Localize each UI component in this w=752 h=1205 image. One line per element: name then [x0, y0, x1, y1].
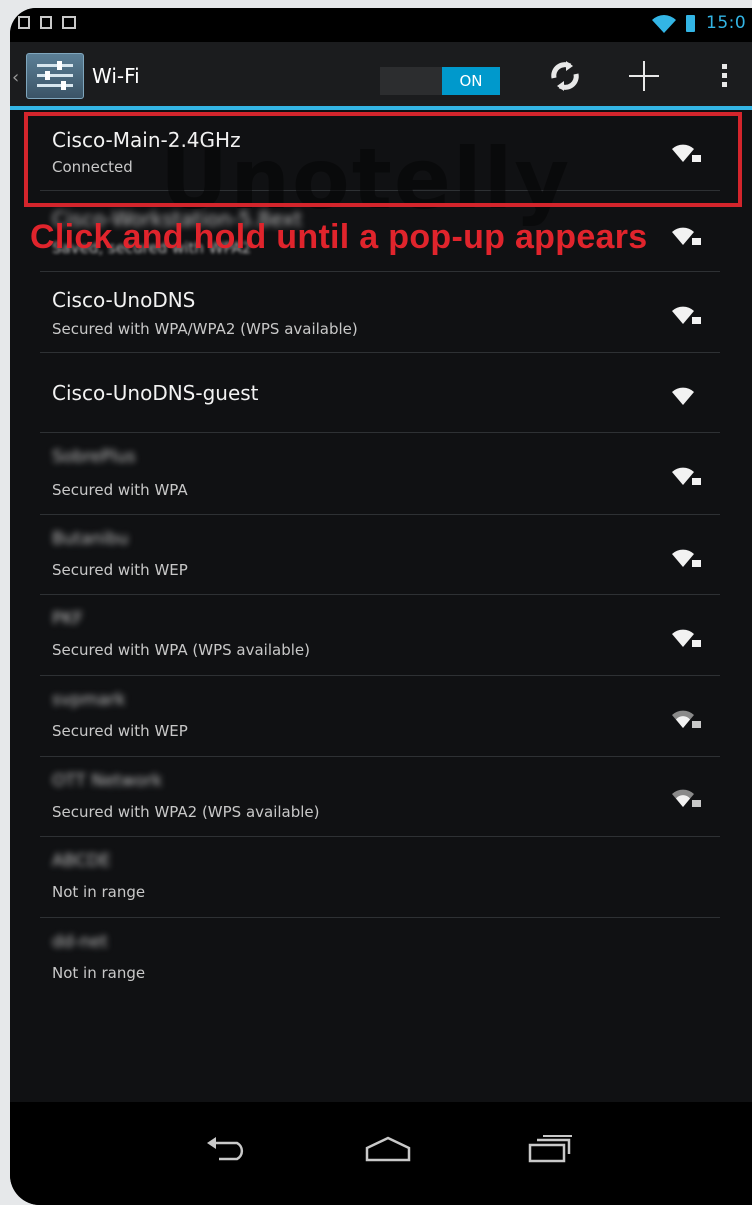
network-row[interactable]: Cisco-UnoDNS Secured with WPA/WPA2 (WPS …	[40, 272, 720, 353]
network-status: Secured with WPA2 (WPS available)	[52, 803, 320, 821]
network-name: SobrePlus	[52, 447, 136, 467]
wifi-signal-icon	[652, 15, 676, 33]
network-status: Secured with WPA/WPA2 (WPS available)	[52, 320, 358, 338]
back-icon[interactable]	[188, 1124, 268, 1174]
network-status: Secured with WEP	[52, 561, 188, 579]
network-name: svpmark	[52, 690, 126, 710]
network-name: dd-net	[52, 932, 108, 952]
network-name: ABCDE	[52, 851, 111, 871]
wifi-weak-lock-icon	[672, 789, 701, 807]
network-row[interactable]: ABCDE Not in range	[40, 837, 720, 918]
add-network-icon[interactable]	[622, 56, 666, 96]
clock: 15:0	[706, 13, 747, 33]
network-row[interactable]: dd-net Not in range	[40, 918, 720, 999]
wifi-lock-icon	[672, 227, 701, 245]
action-bar-divider	[10, 106, 752, 110]
network-status: Secured with WPA	[52, 481, 188, 499]
network-row[interactable]: svpmark Secured with WEP	[40, 676, 720, 757]
network-name: PKF	[52, 609, 84, 629]
highlight-box	[24, 112, 742, 207]
wifi-lock-icon	[672, 629, 701, 647]
settings-app-icon[interactable]	[26, 53, 84, 99]
wifi-weak-lock-icon	[672, 710, 701, 728]
network-name: OTT Network	[52, 771, 163, 791]
wifi-lock-icon	[672, 549, 701, 567]
wifi-toggle[interactable]: ON	[380, 67, 500, 95]
tablet-screen: 15:0 ‹ Wi-Fi ON Cisco-Main-2.4GHz Connec…	[10, 8, 752, 1205]
screenshot-icon	[18, 16, 30, 29]
network-row[interactable]: SobrePlus Secured with WPA	[40, 433, 720, 515]
network-status: Secured with WEP	[52, 722, 188, 740]
overflow-menu-icon[interactable]	[702, 56, 746, 96]
network-name: Butanibu	[52, 529, 129, 549]
page-title: Wi-Fi	[92, 64, 140, 88]
network-status: Secured with WPA (WPS available)	[52, 641, 310, 659]
wifi-lock-icon	[672, 467, 701, 485]
wifi-lock-icon	[672, 306, 701, 324]
network-status: Not in range	[52, 883, 146, 901]
network-row[interactable]: OTT Network Secured with WPA2 (WPS avail…	[40, 757, 720, 837]
home-icon[interactable]	[348, 1124, 428, 1174]
media-icon	[62, 16, 76, 29]
wifi-icon	[672, 387, 694, 405]
network-status: Not in range	[52, 964, 146, 982]
wps-icon[interactable]	[543, 56, 587, 96]
instruction-annotation: Click and hold until a pop-up appears	[30, 218, 648, 256]
recent-apps-icon[interactable]	[510, 1124, 590, 1174]
sd-card-icon	[40, 16, 52, 29]
status-bar: 15:0	[10, 8, 752, 42]
network-row[interactable]: Butanibu Secured with WEP	[40, 515, 720, 595]
network-name: Cisco-UnoDNS	[52, 288, 196, 312]
up-chevron-icon[interactable]: ‹	[12, 67, 19, 88]
network-row[interactable]: PKF Secured with WPA (WPS available)	[40, 595, 720, 676]
action-bar: ‹ Wi-Fi ON	[10, 42, 752, 106]
network-row[interactable]: Cisco-UnoDNS-guest	[40, 353, 720, 433]
navigation-bar	[10, 1102, 752, 1205]
toggle-on-label: ON	[442, 67, 500, 95]
network-name: Cisco-UnoDNS-guest	[52, 381, 259, 405]
battery-icon	[686, 15, 695, 32]
